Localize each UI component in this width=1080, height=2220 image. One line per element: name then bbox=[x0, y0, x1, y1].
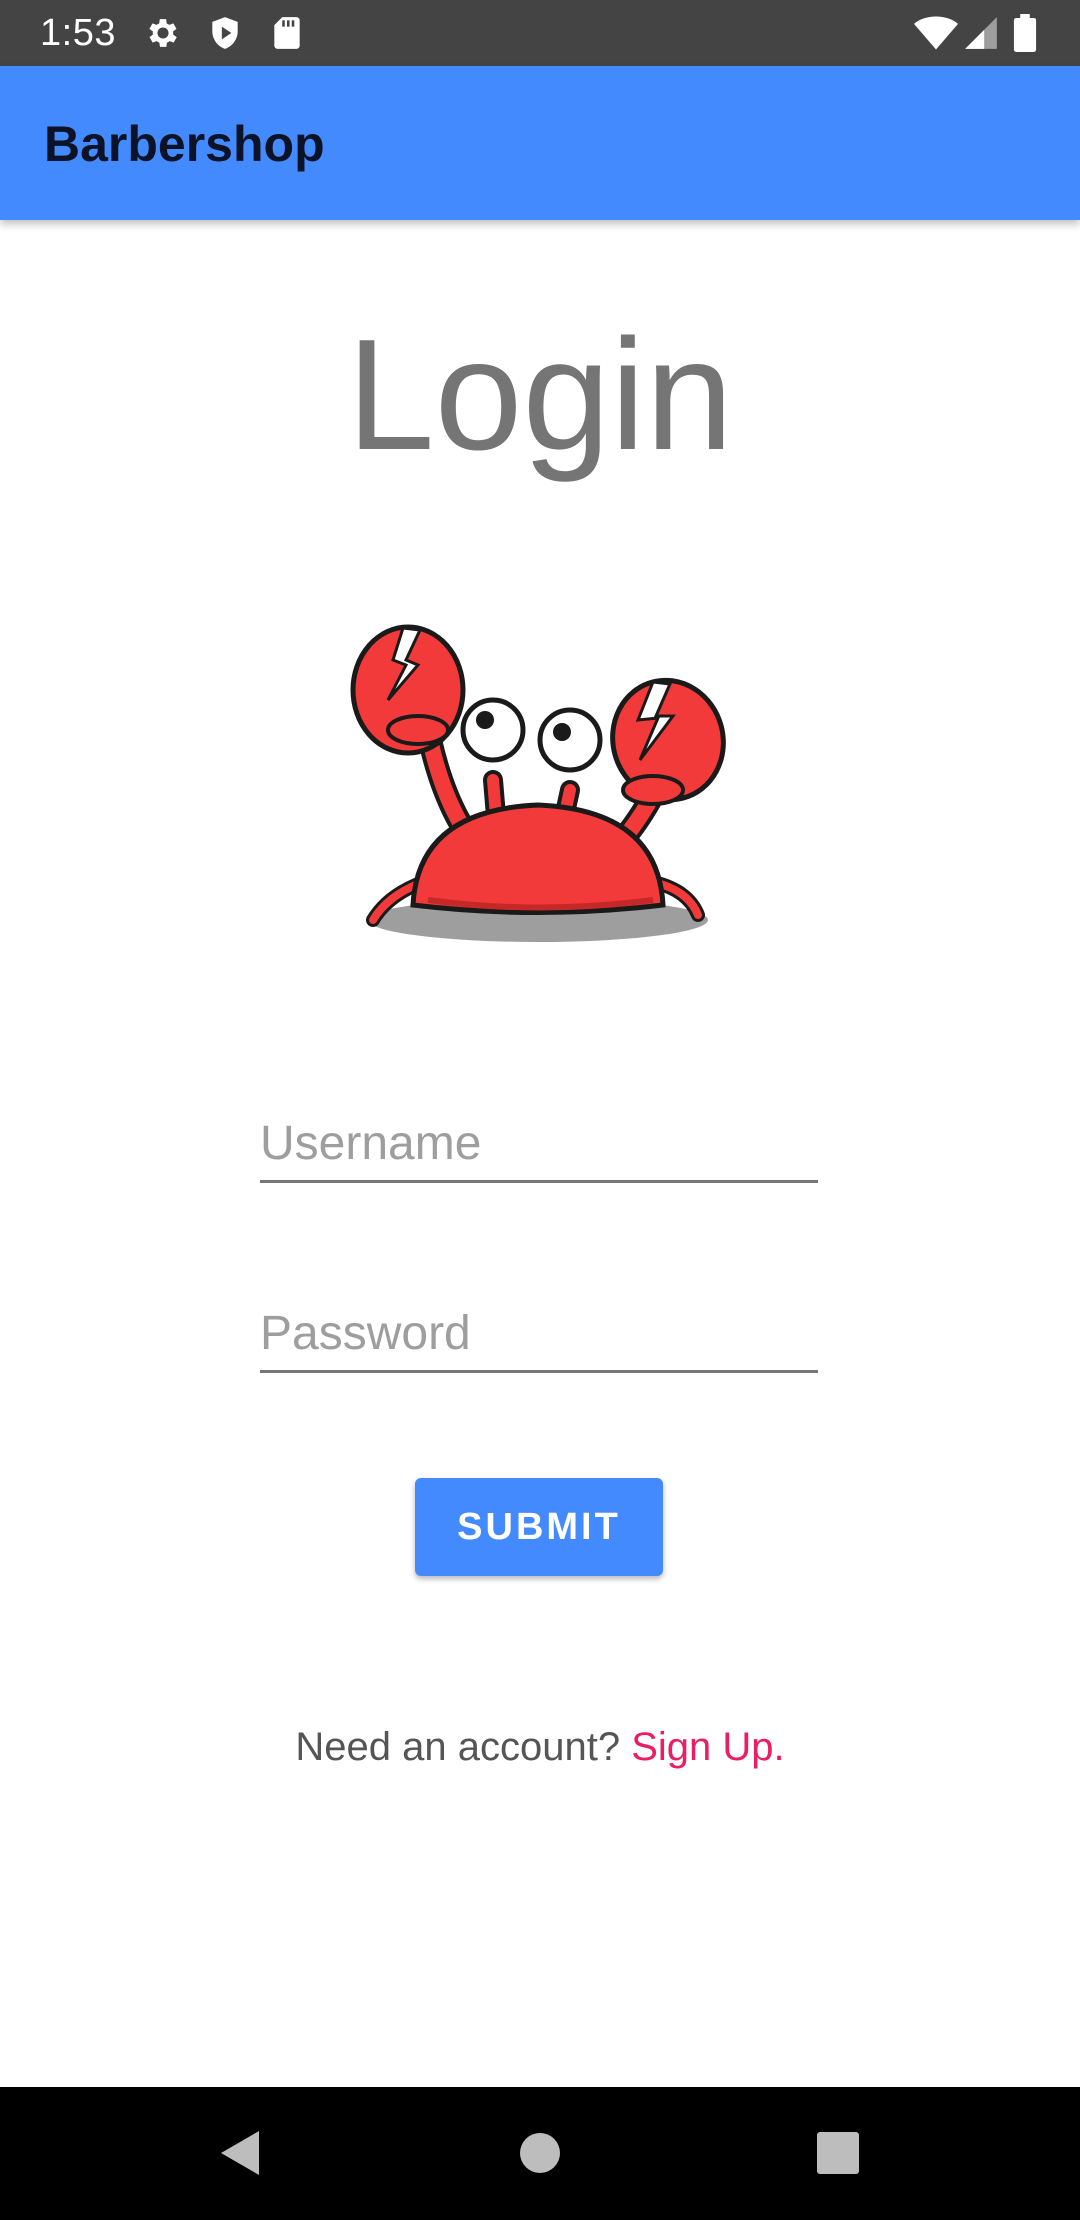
status-bar: 1:53 bbox=[0, 0, 1080, 66]
shield-play-icon bbox=[206, 14, 244, 52]
login-screen: 1:53 Barbershop Login Username SUBMIT Ne… bbox=[0, 0, 1080, 2220]
battery-icon bbox=[1012, 14, 1042, 52]
submit-button[interactable]: SUBMIT bbox=[415, 1478, 663, 1576]
app-title: Barbershop bbox=[44, 116, 325, 172]
status-time: 1:53 bbox=[40, 12, 116, 54]
back-icon[interactable] bbox=[203, 2115, 279, 2191]
wifi-icon bbox=[914, 14, 958, 52]
signup-link[interactable]: Sign Up. bbox=[631, 1725, 784, 1769]
signup-prompt: Need an account? bbox=[295, 1725, 621, 1769]
recents-icon[interactable] bbox=[800, 2115, 876, 2191]
app-bar: Barbershop bbox=[0, 66, 1080, 220]
password-field[interactable] bbox=[260, 1300, 818, 1373]
navigation-bar bbox=[0, 2087, 1080, 2220]
password-input[interactable] bbox=[260, 1300, 818, 1366]
username-field[interactable] bbox=[260, 1110, 818, 1183]
crab-icon bbox=[348, 620, 728, 950]
home-icon[interactable] bbox=[502, 2115, 578, 2191]
signal-icon bbox=[962, 14, 1000, 52]
sd-card-icon bbox=[268, 14, 306, 52]
signup-row: Need an account? Sign Up. bbox=[0, 1722, 1080, 1772]
gear-icon bbox=[144, 14, 182, 52]
username-input[interactable] bbox=[260, 1110, 818, 1176]
page-title: Login bbox=[346, 307, 734, 483]
